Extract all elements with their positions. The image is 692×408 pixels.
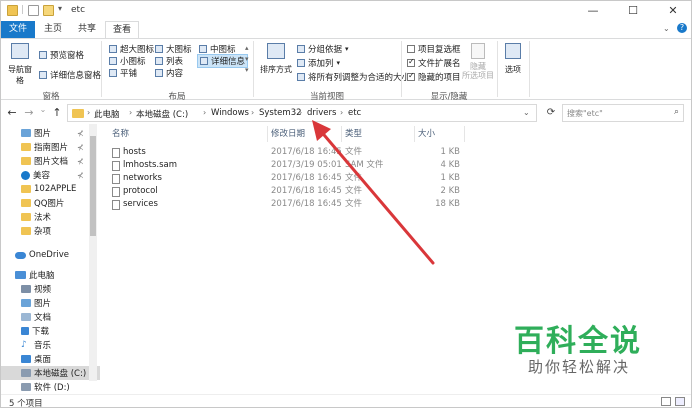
watermark-logo: 百科全说 (514, 324, 642, 359)
explorer-window: | ▾ etc — ☐ ✕ 文件 主页 共享 查看 ⌄ ? 导航窗格 预览窗格 … (0, 0, 692, 408)
watermark-subtitle: 助你轻松解决 (528, 358, 631, 376)
arrow-shaft (317, 127, 435, 265)
item-count: 5 个项目 (9, 399, 43, 408)
details-view-icon[interactable] (661, 397, 671, 406)
status-bar: 5 个项目 (1, 394, 691, 408)
large-icons-view-icon[interactable] (675, 397, 685, 406)
